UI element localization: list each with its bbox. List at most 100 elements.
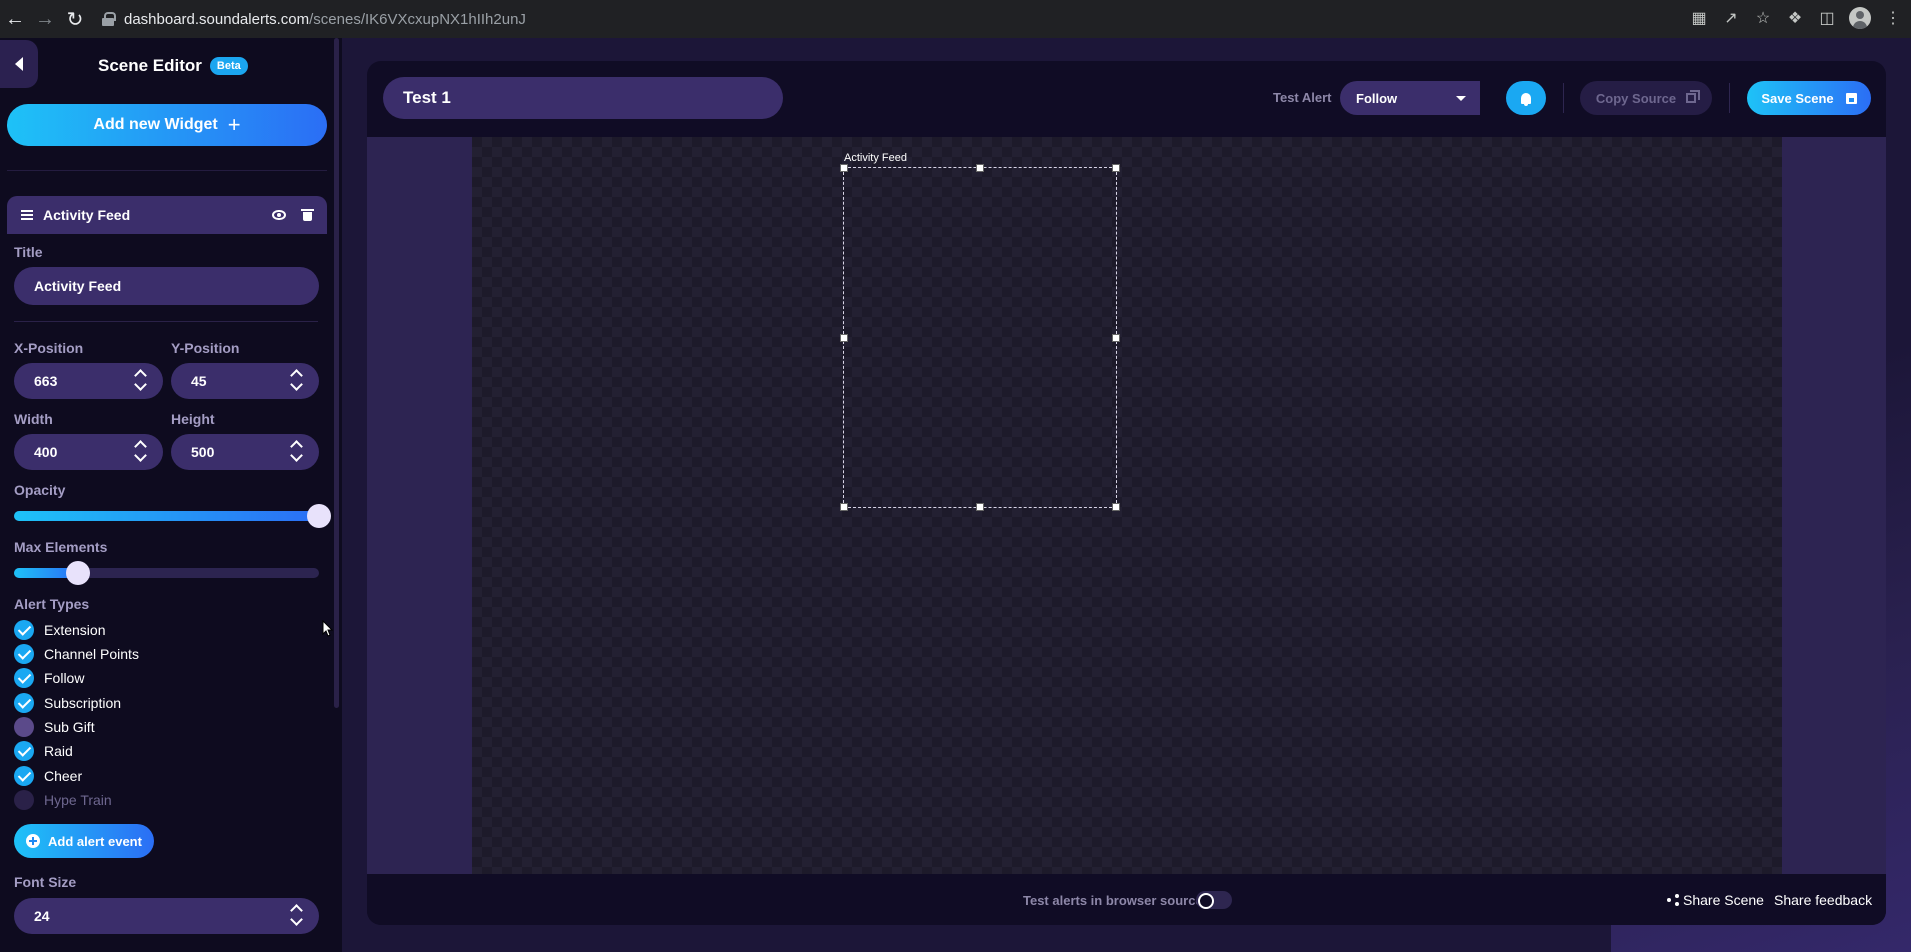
drag-handle-icon[interactable] bbox=[21, 210, 33, 220]
copy-source-button[interactable]: Copy Source bbox=[1580, 81, 1712, 115]
activity-feed-widget-box[interactable]: Activity Feed bbox=[840, 152, 1120, 511]
share-page-icon[interactable]: ↗ bbox=[1721, 4, 1741, 32]
eye-icon[interactable] bbox=[272, 210, 286, 220]
divider bbox=[1563, 83, 1564, 113]
address-bar[interactable]: dashboard.soundalerts.com/scenes/IK6VXcx… bbox=[102, 6, 526, 32]
menu-kebab-icon[interactable]: ⋮ bbox=[1883, 4, 1903, 32]
alert-type-label: Hype Train bbox=[44, 792, 112, 808]
browser-toolbar: ← → ↻ dashboard.soundalerts.com/scenes/I… bbox=[0, 0, 1911, 38]
test-alert-select[interactable]: Follow bbox=[1340, 81, 1480, 115]
share-feedback-link[interactable]: Share feedback bbox=[1774, 892, 1872, 908]
bookmark-star-icon[interactable]: ☆ bbox=[1753, 4, 1773, 32]
resize-handle-bottom-left[interactable] bbox=[840, 503, 848, 511]
scene-editor-panel: Test 1 Test Alert Follow Copy Source Sav… bbox=[367, 61, 1886, 925]
alert-type-channel-points[interactable]: Channel Points bbox=[14, 644, 139, 664]
height-stepper[interactable]: 500 bbox=[171, 434, 319, 470]
max-elements-slider[interactable] bbox=[14, 561, 319, 585]
test-alert-selected: Follow bbox=[1356, 90, 1398, 106]
send-test-alert-button[interactable] bbox=[1506, 81, 1546, 115]
resize-handle-left[interactable] bbox=[840, 333, 848, 342]
checkbox-icon[interactable] bbox=[14, 741, 34, 761]
back-icon[interactable]: ← bbox=[0, 4, 30, 34]
save-scene-button[interactable]: Save Scene bbox=[1747, 81, 1871, 115]
share-scene-link[interactable]: Share Scene bbox=[1667, 892, 1764, 908]
checkbox-icon[interactable] bbox=[14, 790, 34, 810]
translate-icon[interactable]: ▦ bbox=[1689, 4, 1709, 32]
plus-icon: + bbox=[227, 112, 241, 137]
caret-left-icon bbox=[15, 57, 23, 71]
checkbox-icon[interactable] bbox=[14, 693, 34, 713]
alert-type-hype-train[interactable]: Hype Train bbox=[14, 790, 112, 810]
copy-icon bbox=[1686, 90, 1701, 103]
url-path: /scenes/IK6VXcxupNX1hIIh2unJ bbox=[309, 10, 526, 28]
share-icon bbox=[1667, 894, 1679, 906]
width-stepper[interactable]: 400 bbox=[14, 434, 163, 470]
resize-handle-top[interactable] bbox=[976, 164, 984, 172]
scene-editor-title: Scene Editor bbox=[98, 56, 202, 75]
share-scene-label: Share Scene bbox=[1683, 892, 1764, 908]
add-alert-event-label: Add alert event bbox=[48, 833, 142, 849]
alert-type-follow[interactable]: Follow bbox=[14, 668, 84, 688]
width-label: Width bbox=[14, 411, 53, 427]
profile-avatar-icon[interactable] bbox=[1849, 7, 1871, 29]
widget-header-activity-feed[interactable]: Activity Feed bbox=[7, 196, 327, 234]
test-alerts-toggle-label: Test alerts in browser source bbox=[1023, 893, 1203, 908]
test-alerts-toggle[interactable] bbox=[1196, 891, 1232, 909]
plus-circle-icon bbox=[26, 834, 41, 848]
sidebar-title: Scene Editor Beta bbox=[98, 56, 248, 76]
url-host: dashboard.soundalerts.com bbox=[124, 10, 310, 28]
resize-handle-top-right[interactable] bbox=[1112, 164, 1120, 172]
resize-handle-top-left[interactable] bbox=[840, 164, 848, 172]
collapse-sidebar-button[interactable] bbox=[0, 40, 38, 88]
stepper-arrows-icon[interactable] bbox=[134, 368, 147, 394]
chevron-down-icon bbox=[1456, 96, 1466, 101]
sidebar-scrollbar[interactable] bbox=[334, 38, 339, 708]
max-elements-label: Max Elements bbox=[14, 539, 108, 555]
trash-icon[interactable] bbox=[301, 209, 314, 221]
resize-handle-bottom[interactable] bbox=[976, 503, 984, 511]
forward-icon[interactable]: → bbox=[30, 4, 60, 34]
extensions-puzzle-icon[interactable]: ❖ bbox=[1785, 4, 1805, 32]
alert-type-cheer[interactable]: Cheer bbox=[14, 766, 82, 786]
stepper-arrows-icon[interactable] bbox=[290, 903, 303, 929]
checkbox-icon[interactable] bbox=[14, 766, 34, 786]
scene-canvas[interactable]: Activity Feed bbox=[472, 137, 1782, 874]
editor-footer: Test alerts in browser source Share Scen… bbox=[367, 874, 1886, 925]
max-elements-slider-thumb[interactable] bbox=[66, 561, 91, 585]
alert-type-raid[interactable]: Raid bbox=[14, 741, 73, 761]
font-size-stepper[interactable]: 24 bbox=[14, 898, 319, 934]
title-label: Title bbox=[14, 244, 43, 260]
reload-icon[interactable]: ↻ bbox=[60, 4, 90, 34]
beta-badge: Beta bbox=[209, 57, 248, 75]
stepper-arrows-icon[interactable] bbox=[134, 439, 147, 465]
alert-type-label: Extension bbox=[44, 622, 106, 638]
widget-name: Activity Feed bbox=[43, 207, 131, 223]
resize-handle-right[interactable] bbox=[1112, 333, 1120, 342]
checkbox-icon[interactable] bbox=[14, 620, 34, 640]
stepper-arrows-icon[interactable] bbox=[290, 368, 303, 394]
alert-type-sub-gift[interactable]: Sub Gift bbox=[14, 717, 95, 737]
checkbox-icon[interactable] bbox=[14, 644, 34, 664]
alert-type-extension[interactable]: Extension bbox=[14, 620, 105, 640]
side-panel-icon[interactable]: ◫ bbox=[1817, 4, 1837, 32]
stepper-arrows-icon[interactable] bbox=[290, 439, 303, 465]
checkbox-icon[interactable] bbox=[14, 717, 34, 737]
resize-handle-bottom-right[interactable] bbox=[1112, 503, 1120, 511]
opacity-slider-thumb[interactable] bbox=[307, 504, 331, 528]
checkbox-icon[interactable] bbox=[14, 668, 34, 688]
y-position-stepper[interactable]: 45 bbox=[171, 363, 319, 399]
alert-type-label: Channel Points bbox=[44, 646, 139, 662]
opacity-label: Opacity bbox=[14, 482, 66, 498]
scene-name-input[interactable]: Test 1 bbox=[383, 77, 783, 119]
x-position-stepper[interactable]: 663 bbox=[14, 363, 163, 399]
divider bbox=[7, 170, 327, 171]
height-value: 500 bbox=[191, 444, 215, 460]
alert-type-subscription[interactable]: Subscription bbox=[14, 693, 121, 713]
add-widget-button[interactable]: Add new Widget + bbox=[7, 104, 327, 146]
title-input[interactable]: Activity Feed bbox=[14, 267, 319, 305]
opacity-slider[interactable] bbox=[14, 504, 331, 528]
add-alert-event-button[interactable]: Add alert event bbox=[14, 824, 154, 858]
add-widget-label: Add new Widget bbox=[93, 116, 218, 133]
divider bbox=[1729, 83, 1730, 113]
save-scene-label: Save Scene bbox=[1761, 90, 1834, 106]
